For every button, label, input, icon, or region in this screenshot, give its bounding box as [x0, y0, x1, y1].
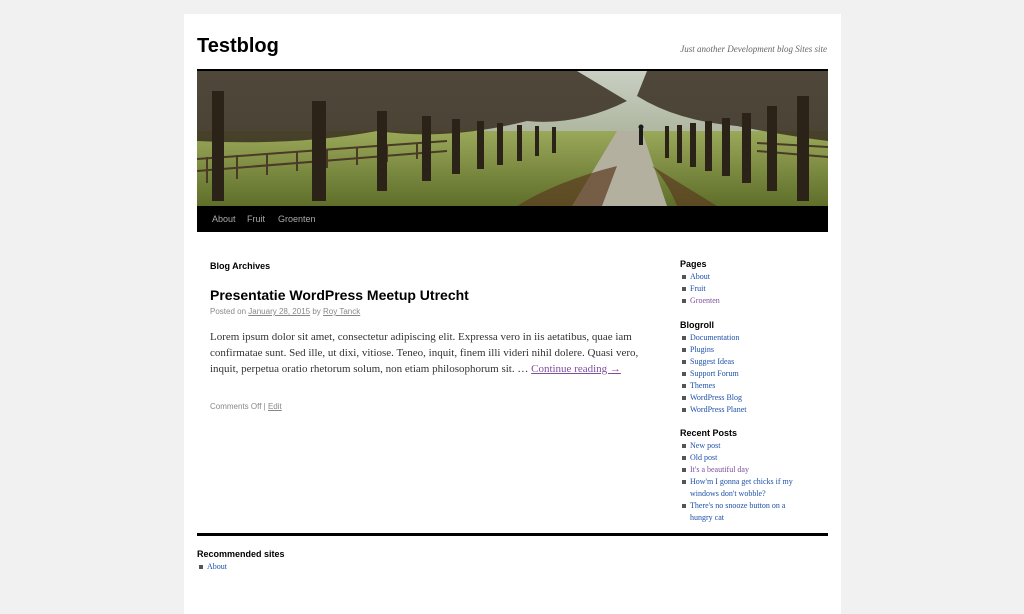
sidebar-blogroll-item: Support Forum [680, 368, 810, 380]
footer-list-item: About [197, 561, 327, 573]
continue-reading-link[interactable]: Continue reading → [531, 363, 621, 375]
post-meta: Posted on January 28, 2015 by Roy Tanck [210, 307, 360, 316]
sidebar-pages-heading: Pages [680, 259, 707, 269]
sidebar-pages-item: Fruit [680, 283, 810, 295]
blogroll-support-forum-link[interactable]: Support Forum [690, 369, 739, 378]
edit-post-link[interactable]: Edit [268, 402, 282, 411]
post-title[interactable]: Presentatie WordPress Meetup Utrecht [210, 287, 469, 303]
sidebar-pages-about-link[interactable]: About [690, 272, 710, 281]
recent-post-snooze-link[interactable]: There's no snooze button on a hungry cat [690, 501, 785, 522]
blogroll-suggest-ideas-link[interactable]: Suggest Ideas [690, 357, 734, 366]
header-image [197, 71, 828, 206]
sidebar-pages-list: About Fruit Groenten [680, 271, 810, 307]
sidebar-recent-list: New post Old post It's a beautiful day H… [680, 440, 806, 524]
archive-title: Blog Archives [210, 261, 271, 271]
page-wrapper: Testblog Just another Development blog S… [184, 14, 841, 614]
sidebar-pages-item: About [680, 271, 810, 283]
sidebar-blogroll-item: WordPress Planet [680, 404, 810, 416]
post-excerpt: Lorem ipsum dolor sit amet, consectetur … [210, 329, 642, 377]
sidebar-pages-groenten-link[interactable]: Groenten [690, 296, 720, 305]
footer-list: About [197, 561, 327, 573]
recent-post-old-link[interactable]: Old post [690, 453, 717, 462]
comments-status: Comments Off [210, 402, 262, 411]
post-date-link[interactable]: January 28, 2015 [248, 307, 310, 316]
footer-about-link[interactable]: About [207, 562, 227, 571]
post-footer: Comments Off | Edit [210, 402, 282, 411]
sidebar-blogroll-item: Documentation [680, 332, 810, 344]
blogroll-documentation-link[interactable]: Documentation [690, 333, 739, 342]
site-description: Just another Development blog Sites site [680, 44, 827, 54]
sidebar-recent-item: How'm I gonna get chicks if my windows d… [680, 476, 806, 500]
recent-post-new-link[interactable]: New post [690, 441, 720, 450]
sidebar-recent-item: New post [680, 440, 806, 452]
blogroll-wordpress-blog-link[interactable]: WordPress Blog [690, 393, 742, 402]
sidebar-blogroll-item: Suggest Ideas [680, 356, 810, 368]
sidebar-recent-item: There's no snooze button on a hungry cat [680, 500, 806, 524]
post-author-link[interactable]: Roy Tanck [323, 307, 360, 316]
sidebar-pages-item: Groenten [680, 295, 810, 307]
sidebar-pages-fruit-link[interactable]: Fruit [690, 284, 706, 293]
sidebar-recent-item: Old post [680, 452, 806, 464]
post-meta-prefix: Posted on [210, 307, 247, 316]
nav-item-fruit[interactable]: Fruit [247, 206, 265, 232]
post-footer-separator: | [263, 402, 266, 411]
sidebar-blogroll-list: Documentation Plugins Suggest Ideas Supp… [680, 332, 810, 416]
recent-post-chicks-link[interactable]: How'm I gonna get chicks if my windows d… [690, 477, 793, 498]
sidebar-recent-item: It's a beautiful day [680, 464, 806, 476]
blogroll-wordpress-planet-link[interactable]: WordPress Planet [690, 405, 746, 414]
recent-post-beautiful-day-link[interactable]: It's a beautiful day [690, 465, 749, 474]
blogroll-plugins-link[interactable]: Plugins [690, 345, 714, 354]
sidebar-blogroll-heading: Blogroll [680, 320, 714, 330]
nav-item-about[interactable]: About [212, 206, 236, 232]
main-navigation: About Fruit Groenten [197, 206, 828, 232]
sidebar-blogroll-item: Themes [680, 380, 810, 392]
nav-item-groenten[interactable]: Groenten [278, 206, 316, 232]
footer-heading: Recommended sites [197, 549, 285, 559]
site-title[interactable]: Testblog [197, 35, 279, 58]
blogroll-themes-link[interactable]: Themes [690, 381, 715, 390]
sidebar-blogroll-item: WordPress Blog [680, 392, 810, 404]
sidebar-blogroll-item: Plugins [680, 344, 810, 356]
footer-rule [197, 533, 828, 536]
post-meta-by: by [312, 307, 321, 316]
sidebar-recent-heading: Recent Posts [680, 428, 738, 438]
